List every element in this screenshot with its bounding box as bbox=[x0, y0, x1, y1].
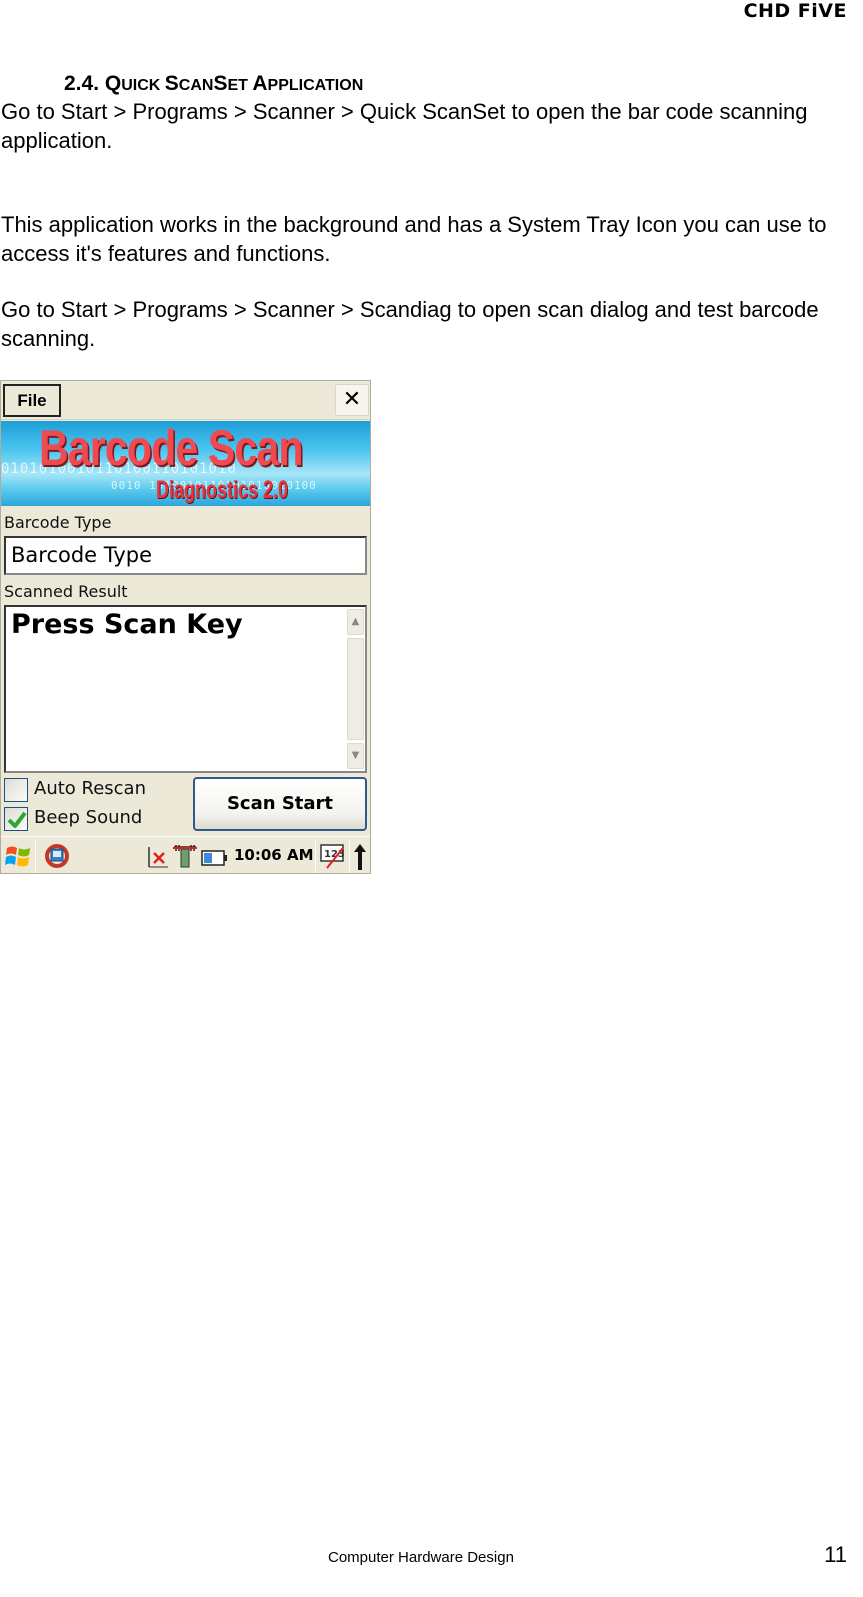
activesync-icon[interactable] bbox=[43, 843, 71, 873]
up-arrow-icon[interactable] bbox=[353, 843, 367, 873]
section-heading: 2.4. QUICK SCANSET APPLICATION bbox=[64, 72, 363, 96]
barcode-type-label: Barcode Type bbox=[4, 513, 112, 532]
auto-rescan-checkbox[interactable] bbox=[4, 778, 28, 802]
device-screenshot: File ✕ 0101010010110100110101010 0010 10… bbox=[0, 380, 371, 874]
result-scrollbar[interactable]: ▲ ▼ bbox=[346, 607, 365, 771]
barcode-type-field[interactable]: Barcode Type bbox=[4, 536, 367, 575]
menu-bar: File ✕ bbox=[1, 381, 370, 420]
paragraph-open-quickscanset: Go to Start > Programs > Scanner > Quick… bbox=[1, 99, 808, 153]
taskbar: 10:06 AM 123 bbox=[1, 836, 370, 873]
taskbar-separator bbox=[315, 841, 316, 873]
checkmark-icon bbox=[7, 811, 27, 828]
scroll-track[interactable] bbox=[347, 638, 364, 740]
keyboard-123-icon[interactable]: 123 bbox=[319, 842, 347, 873]
paragraph-system-tray: This application works in the background… bbox=[1, 212, 827, 266]
scanned-result-text: Press Scan Key bbox=[11, 609, 243, 640]
battery-icon[interactable] bbox=[201, 849, 229, 871]
scroll-up-button[interactable]: ▲ bbox=[347, 609, 364, 635]
scan-start-button[interactable]: Scan Start bbox=[193, 777, 367, 831]
file-menu-button[interactable]: File bbox=[3, 384, 61, 417]
auto-rescan-label: Auto Rescan bbox=[34, 778, 146, 799]
brand-logo: CHD FiVE bbox=[743, 0, 847, 22]
windows-start-icon[interactable] bbox=[4, 842, 32, 873]
footer-text: Computer Hardware Design bbox=[328, 1549, 514, 1566]
triangle-down-icon: ▼ bbox=[351, 750, 360, 761]
taskbar-clock[interactable]: 10:06 AM bbox=[234, 846, 314, 864]
signal-off-icon[interactable] bbox=[173, 843, 197, 873]
paragraph-scandiag: Go to Start > Programs > Scanner > Scand… bbox=[1, 297, 819, 351]
beep-sound-checkbox[interactable] bbox=[4, 807, 28, 831]
triangle-up-icon: ▲ bbox=[351, 616, 360, 627]
page-number: 11 bbox=[824, 1542, 847, 1567]
scanned-result-textarea[interactable]: Press Scan Key ▲ ▼ bbox=[4, 605, 367, 773]
banner-title: Barcode Scan bbox=[39, 421, 303, 476]
taskbar-separator bbox=[349, 841, 350, 873]
network-disconnected-icon[interactable] bbox=[146, 845, 170, 873]
scanned-result-label: Scanned Result bbox=[4, 582, 128, 601]
close-button[interactable]: ✕ bbox=[335, 384, 369, 416]
beep-sound-label: Beep Sound bbox=[34, 807, 143, 828]
taskbar-separator bbox=[35, 841, 36, 873]
banner-subtitle: Diagnostics 2.0 bbox=[156, 476, 289, 504]
app-banner: 0101010010110100110101010 0010 101001011… bbox=[1, 421, 370, 506]
close-icon: ✕ bbox=[342, 387, 362, 412]
section-number: 2.4. bbox=[64, 72, 100, 95]
section-title: QUICK SCANSET APPLICATION bbox=[104, 72, 364, 95]
scroll-down-button[interactable]: ▼ bbox=[347, 743, 364, 769]
